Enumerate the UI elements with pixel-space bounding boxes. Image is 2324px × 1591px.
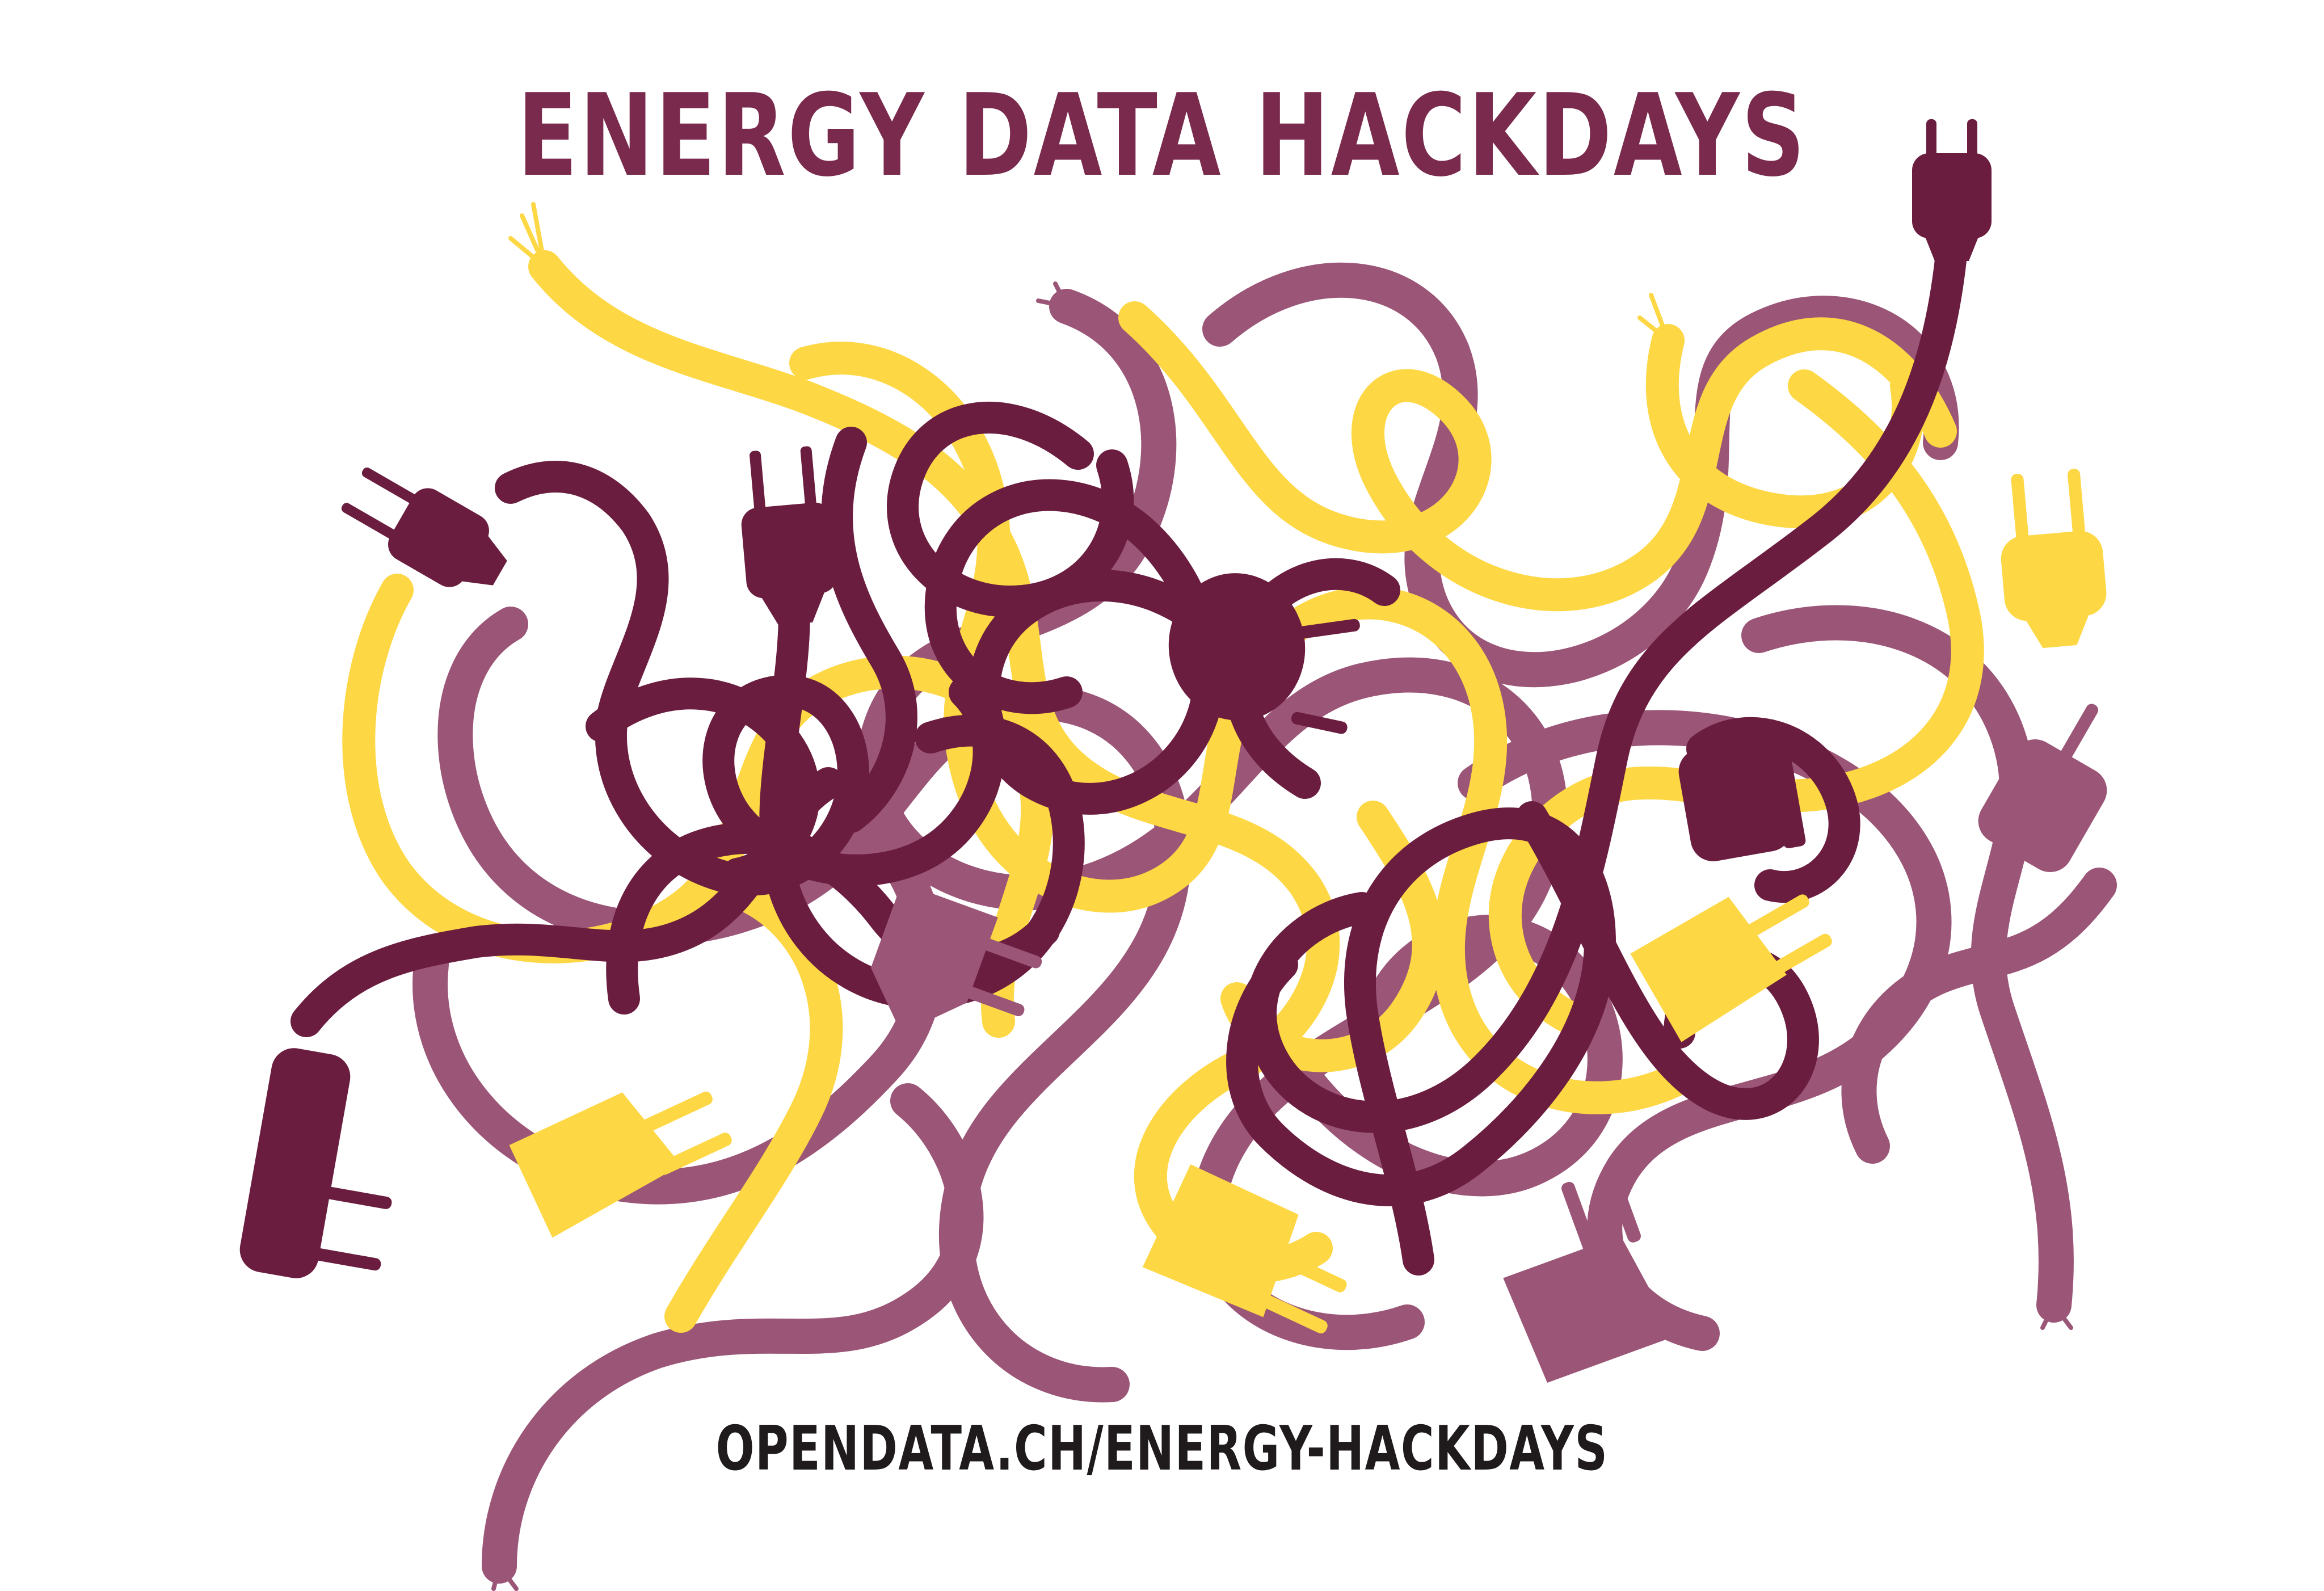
tangled-cables-illustration [239,119,2117,1591]
plug-icon [1503,1172,1675,1383]
plug-icon [1678,739,1806,861]
plug-icon [341,467,507,587]
plug-icon [509,1091,732,1238]
event-url: OPENDATA.CH/ENERGY-HACKDAYS [715,1413,1609,1484]
plug-icon [741,446,837,626]
wire-end [508,202,547,269]
plug-icon [239,1048,392,1278]
plug-icon [2001,469,2107,649]
yellow-cable-4 [1118,301,1957,612]
plug-icon [1912,119,1992,261]
poster: ENERGY DATA HACKDAYS OPENDATA.CH/ENERGY-… [0,0,2324,1591]
